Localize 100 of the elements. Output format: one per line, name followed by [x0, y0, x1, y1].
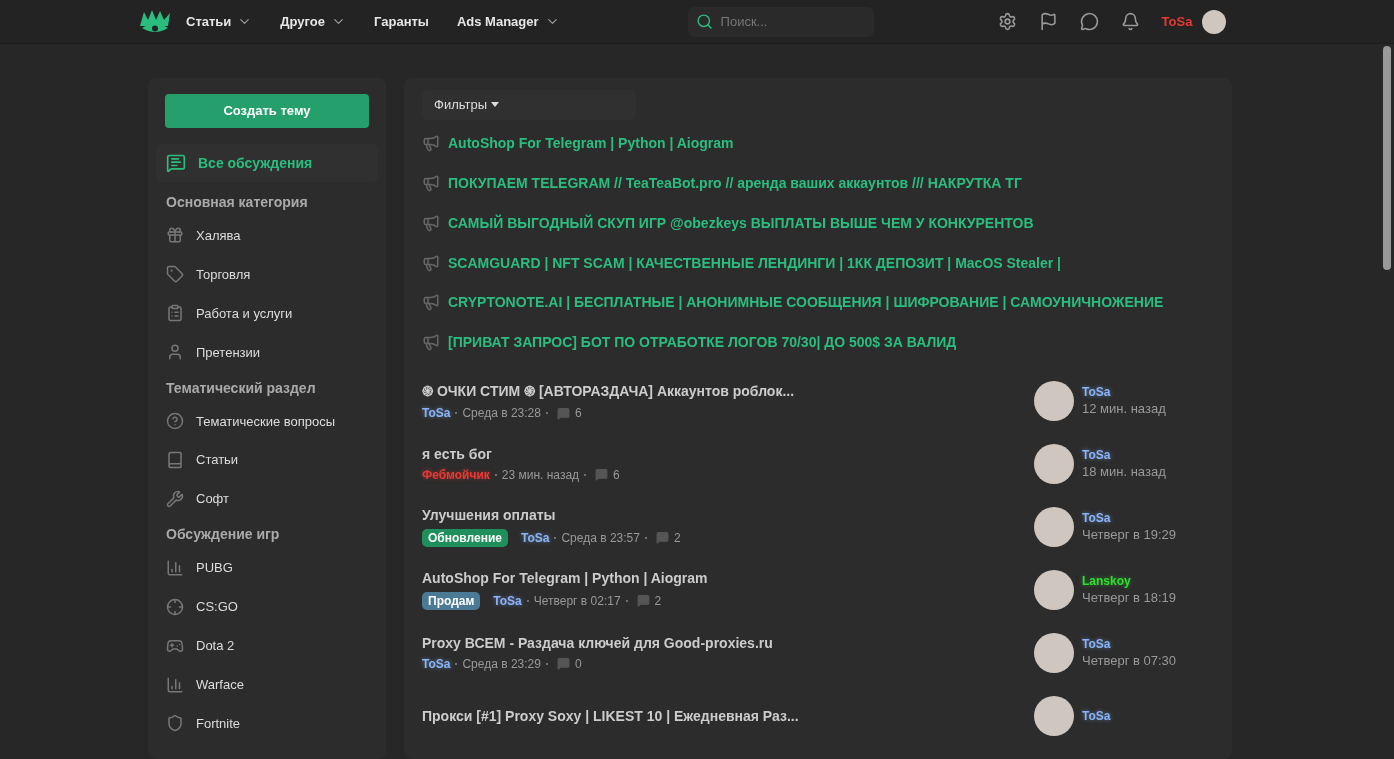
last-post-time: 18 мин. назад [1082, 464, 1166, 480]
megaphone-icon [422, 293, 440, 312]
settings-icon[interactable] [997, 12, 1017, 31]
megaphone-icon [422, 253, 440, 272]
thread-title[interactable]: ֍ ОЧКИ СТИМ ֍ [АВТОРАЗДАЧА] Аккаунтов роблок... [422, 381, 1034, 401]
last-poster-name[interactable]: ToSa [1082, 637, 1177, 652]
avatar[interactable] [1034, 380, 1074, 421]
category-icon [166, 265, 184, 284]
avatar[interactable] [1034, 443, 1074, 484]
sidebar-item[interactable]: Fortnite [156, 704, 378, 743]
username[interactable]: ToSa [1161, 14, 1193, 29]
pinned-thread-title[interactable]: ПОКУПАЕМ TELEGRAM // TeaTeaBot.pro // аренда ваших аккаунтов /// НАКРУТКА ТГ [448, 175, 1022, 191]
chat-icon[interactable] [1079, 12, 1099, 31]
notifications-icon[interactable] [1120, 12, 1140, 31]
author-name[interactable]: ToSa [493, 593, 522, 608]
last-poster-name[interactable]: ToSa [1082, 385, 1166, 400]
last-post-time: Четверг в 19:29 [1082, 527, 1177, 543]
megaphone-icon [422, 213, 440, 232]
category-icon [166, 226, 184, 245]
comment-icon [556, 406, 570, 420]
reply-count: 2 [673, 530, 681, 545]
author-name[interactable]: ToSa [521, 530, 550, 545]
sidebar-item[interactable]: Warface [156, 665, 378, 704]
last-poster-name[interactable]: ToSa [1082, 708, 1111, 723]
search-box[interactable]: Поиск... [687, 6, 874, 37]
avatar[interactable] [1034, 632, 1074, 673]
pinned-thread-title[interactable]: САМЫЙ ВЫГОДНЫЙ СКУП ИГР @obezkeys ВЫПЛАТЫ ВЫШЕ ЧЕМ У КОНКУРЕНТОВ [448, 214, 1034, 231]
reply-count: 2 [654, 593, 662, 608]
avatar[interactable] [1034, 569, 1074, 610]
category-icon [166, 675, 184, 694]
megaphone-icon [422, 174, 440, 192]
pinned-thread-title[interactable]: SCAMGUARD | NFT SCAM | КАЧЕСТВЕННЫЕ ЛЕНДИНГИ | 1КК ДЕПОЗИТ | MacOS Stealer | [448, 254, 1062, 271]
sidebar-item[interactable]: Все обсуждения [156, 143, 378, 182]
thread-title[interactable]: я есть бог [422, 445, 1034, 462]
category-icon [166, 412, 184, 430]
category-icon [166, 597, 184, 616]
category-icon [166, 304, 184, 323]
sidebar-item[interactable]: Софт [156, 479, 378, 519]
author-name[interactable]: ToSa [422, 406, 451, 421]
thread-date: Четверг в 02:17 [533, 593, 621, 608]
thread-date: Среда в 23:57 [561, 530, 640, 545]
sidebar-item[interactable]: CS:GO [156, 587, 378, 627]
megaphone-icon [422, 134, 440, 153]
category-icon [166, 558, 184, 577]
thread-date: 23 мин. назад [501, 467, 580, 482]
search-field[interactable]: Поиск... [718, 13, 859, 30]
comment-icon [595, 468, 609, 482]
thread-date: Среда в 23:29 [462, 656, 541, 671]
nav-link[interactable]: Гаранты [374, 14, 429, 29]
sidebar-item[interactable]: Халява [156, 215, 378, 255]
author-name[interactable]: ToSa [422, 656, 451, 671]
nav-link[interactable]: Статьи [186, 14, 253, 29]
category-icon [166, 714, 184, 733]
nav-link[interactable]: Ads Manager [456, 14, 560, 29]
sidebar-item[interactable]: Тематические вопросы [156, 401, 378, 441]
megaphone-icon [422, 333, 440, 352]
pinned-thread-title[interactable]: CRYPTONOTE.AI | БЕСПЛАТНЫЕ | АНОНИМНЫЕ СООБЩЕНИЯ | ШИФРОВАНИЕ | САМОУНИЧНОЖЕНИЕ [448, 294, 1164, 311]
category-icon [166, 489, 184, 508]
sidebar-item[interactable]: PUBG [156, 548, 378, 588]
chat-icon [166, 152, 186, 173]
reply-count: 6 [574, 406, 582, 421]
last-poster-name[interactable]: ToSa [1082, 448, 1166, 463]
last-post-time: Четверг в 18:19 [1082, 590, 1177, 606]
filters-button[interactable]: Фильтры [422, 90, 636, 120]
sidebar-item[interactable]: Торговля [156, 254, 378, 294]
comment-icon [636, 594, 650, 608]
last-poster-name[interactable]: Lanskoy [1082, 574, 1177, 589]
last-post-time: 12 мин. назад [1082, 401, 1166, 417]
avatar[interactable] [1202, 9, 1227, 34]
category-icon [166, 343, 184, 362]
thread-tag: Обновление [422, 528, 508, 547]
scrollbar[interactable] [1383, 46, 1391, 270]
caret-icon [491, 102, 499, 108]
last-poster-name[interactable]: ToSa [1082, 511, 1177, 526]
comment-icon [655, 531, 669, 545]
thread-title[interactable]: AutoShop For Telegram | Python | Aiogram [422, 569, 1034, 586]
category-icon [166, 450, 184, 469]
last-post-time: Четверг в 07:30 [1082, 653, 1177, 669]
thread-tag: Продам [422, 591, 481, 610]
thread-title[interactable]: Прокси [#1] Proxy Soxy | LIKEST 10 | Ежедневная Раз... [422, 707, 1034, 724]
sidebar-item[interactable]: Статьи [156, 440, 378, 480]
section-title: Тематический раздел [165, 378, 317, 398]
avatar[interactable] [1034, 506, 1074, 547]
sidebar-item[interactable]: Работа и услуги [156, 293, 378, 333]
nav-link[interactable]: Другое [280, 14, 347, 29]
comment-icon [556, 657, 570, 671]
reply-count: 6 [613, 467, 620, 482]
avatar[interactable] [1034, 695, 1074, 736]
thread-date: Среда в 23:28 [462, 406, 541, 421]
pinned-thread-title[interactable]: [ПРИВАТ ЗАПРОС] БОТ ПО ОТРАБОТКЕ ЛОГОВ 70/30| ДО 500$ ЗА ВАЛИД [448, 334, 957, 351]
reply-count: 0 [574, 656, 582, 671]
section-title: Основная категория [165, 192, 309, 212]
thread-title[interactable]: Улучшения оплаты [422, 506, 1034, 523]
flag-icon[interactable] [1038, 12, 1058, 31]
pinned-thread-title[interactable]: AutoShop For Telegram | Python | Aiogram [448, 135, 734, 152]
sidebar-item[interactable]: Dota 2 [156, 626, 378, 666]
thread-title[interactable]: Proxy ВСЕМ - Раздача ключей для Good-proxies.ru [422, 634, 1034, 651]
section-title: Обсуждение игр [165, 525, 281, 545]
search-icon [695, 13, 713, 30]
sidebar-item[interactable]: Претензии [156, 332, 378, 372]
